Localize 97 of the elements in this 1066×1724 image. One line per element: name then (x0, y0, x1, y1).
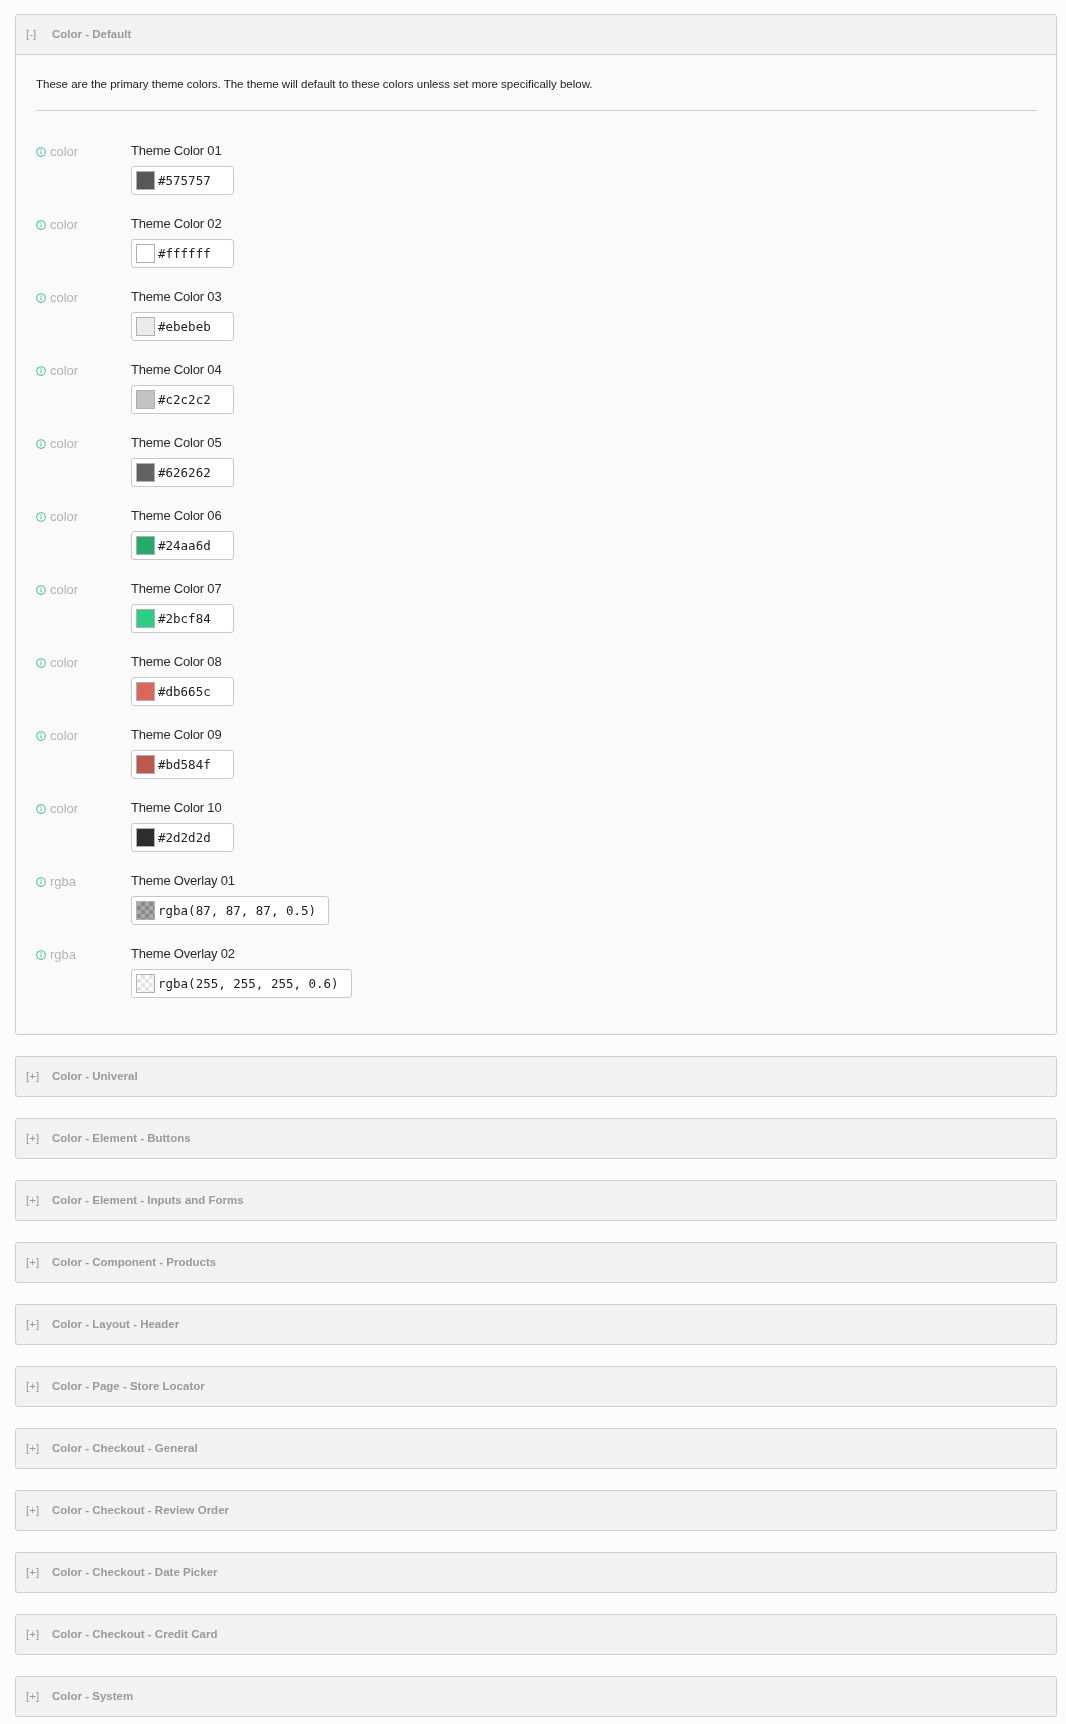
section-header[interactable]: [+] Color - Component - Products (15, 1242, 1057, 1283)
field-type-label: color (50, 800, 79, 816)
field-label: Theme Color 08 (131, 654, 222, 670)
section-title: Color - Checkout - General (52, 1441, 198, 1454)
field-label: Theme Overlay 01 (131, 873, 235, 889)
section-header[interactable]: [+] Color - System (15, 1676, 1057, 1717)
field-label: Theme Overlay 02 (131, 946, 235, 962)
expand-toggle[interactable]: [+] (26, 1255, 52, 1268)
field-label: Theme Color 04 (131, 362, 222, 378)
section-title: Color - Checkout - Date Picker (52, 1565, 218, 1578)
field-label: Theme Color 06 (131, 508, 222, 524)
field-type-label: color (50, 727, 79, 743)
section-header[interactable]: [+] Color - Checkout - General (15, 1428, 1057, 1469)
section-header[interactable]: [+] Color - Checkout - Date Picker (15, 1552, 1057, 1593)
field-type-label: color (50, 508, 79, 524)
field-label: Theme Color 01 (131, 143, 222, 159)
color-swatch-icon[interactable] (136, 901, 155, 920)
section-header[interactable]: [+] Color - Element - Buttons (15, 1118, 1057, 1159)
expand-toggle[interactable]: [+] (26, 1317, 52, 1330)
field-label: Theme Color 10 (131, 800, 222, 816)
section-title: Color - Default (52, 27, 132, 40)
field-type-label: color (50, 289, 79, 305)
expand-toggle[interactable]: [+] (26, 1689, 52, 1702)
field-label: Theme Color 05 (131, 435, 222, 451)
color-swatch-icon[interactable] (136, 609, 155, 628)
info-icon[interactable] (36, 658, 46, 668)
section-title: Color - Page - Store Locator (52, 1379, 205, 1392)
info-icon[interactable] (36, 731, 46, 741)
section-header[interactable]: [+] Color - Checkout - Review Order (15, 1490, 1057, 1531)
color-swatch-icon[interactable] (136, 463, 155, 482)
color-input[interactable]: #db665c (131, 677, 234, 706)
color-swatch-icon[interactable] (136, 974, 155, 993)
section-header[interactable]: [+] Color - Univeral (15, 1056, 1057, 1097)
color-input[interactable]: rgba(87, 87, 87, 0.5) (131, 896, 330, 925)
section-title: Color - Element - Buttons (52, 1131, 191, 1144)
color-input[interactable]: #c2c2c2 (131, 385, 234, 414)
section-header[interactable]: [+] Color - Layout - Header (15, 1304, 1057, 1345)
info-icon[interactable] (36, 147, 46, 157)
color-input[interactable]: #2d2d2d (131, 823, 234, 852)
section-title: Color - Component - Products (52, 1255, 217, 1268)
section-title: Color - Layout - Header (52, 1317, 180, 1330)
color-swatch-icon[interactable] (136, 244, 155, 263)
color-input[interactable]: #575757 (131, 166, 234, 195)
section-title: Color - Univeral (52, 1069, 138, 1082)
color-input[interactable]: rgba(255, 255, 255, 0.6) (131, 969, 352, 998)
expand-toggle[interactable]: [+] (26, 1441, 52, 1454)
field-type-label: color (50, 216, 79, 232)
expand-toggle[interactable]: [+] (26, 1627, 52, 1640)
expand-toggle[interactable]: [+] (26, 1503, 52, 1516)
color-swatch-icon[interactable] (136, 828, 155, 847)
field-type-label: rgba (50, 873, 77, 889)
section-header[interactable]: [+] Color - Page - Store Locator (15, 1366, 1057, 1407)
info-icon[interactable] (36, 950, 46, 960)
section-header[interactable]: [+] Color - Checkout - Credit Card (15, 1614, 1057, 1655)
info-icon[interactable] (36, 512, 46, 522)
color-input[interactable]: #24aa6d (131, 531, 234, 560)
expand-toggle[interactable]: [-] (26, 27, 52, 40)
expand-toggle[interactable]: [+] (26, 1131, 52, 1144)
field-type-label: color (50, 143, 79, 159)
field-type-label: color (50, 362, 79, 378)
color-input[interactable]: #bd584f (131, 750, 234, 779)
field-label: Theme Color 09 (131, 727, 222, 743)
section-header[interactable]: [-] Color - Default (16, 15, 1056, 55)
color-swatch-icon[interactable] (136, 390, 155, 409)
field-type-label: rgba (50, 946, 77, 962)
color-input[interactable]: #2bcf84 (131, 604, 234, 633)
section-header[interactable]: [+] Color - Element - Inputs and Forms (15, 1180, 1057, 1221)
color-input[interactable]: #626262 (131, 458, 234, 487)
section-title: Color - Checkout - Credit Card (52, 1627, 218, 1640)
info-icon[interactable] (36, 877, 46, 887)
expand-toggle[interactable]: [+] (26, 1069, 52, 1082)
color-input[interactable]: #ffffff (131, 239, 234, 268)
color-swatch-icon[interactable] (136, 755, 155, 774)
expand-toggle[interactable]: [+] (26, 1193, 52, 1206)
info-icon[interactable] (36, 366, 46, 376)
field-label: Theme Color 03 (131, 289, 222, 305)
color-swatch-icon[interactable] (136, 317, 155, 336)
expand-toggle[interactable]: [+] (26, 1379, 52, 1392)
info-icon[interactable] (36, 804, 46, 814)
section-description: These are the primary theme colors. The theme will default to these colors unless set more specifically below. (36, 77, 594, 92)
section-title: Color - Element - Inputs and Forms (52, 1193, 244, 1206)
field-type-label: color (50, 435, 79, 451)
info-icon[interactable] (36, 293, 46, 303)
field-label: Theme Color 02 (131, 216, 222, 232)
field-type-label: color (50, 581, 79, 597)
field-label: Theme Color 07 (131, 581, 222, 597)
color-swatch-icon[interactable] (136, 536, 155, 555)
color-swatch-icon[interactable] (136, 682, 155, 701)
color-swatch-icon[interactable] (136, 171, 155, 190)
section-title: Color - Checkout - Review Order (52, 1503, 229, 1516)
info-icon[interactable] (36, 439, 46, 449)
info-icon[interactable] (36, 585, 46, 595)
section-title: Color - System (52, 1689, 134, 1702)
info-icon[interactable] (36, 220, 46, 230)
expand-toggle[interactable]: [+] (26, 1565, 52, 1578)
color-input[interactable]: #ebebeb (131, 312, 234, 341)
field-type-label: color (50, 654, 79, 670)
